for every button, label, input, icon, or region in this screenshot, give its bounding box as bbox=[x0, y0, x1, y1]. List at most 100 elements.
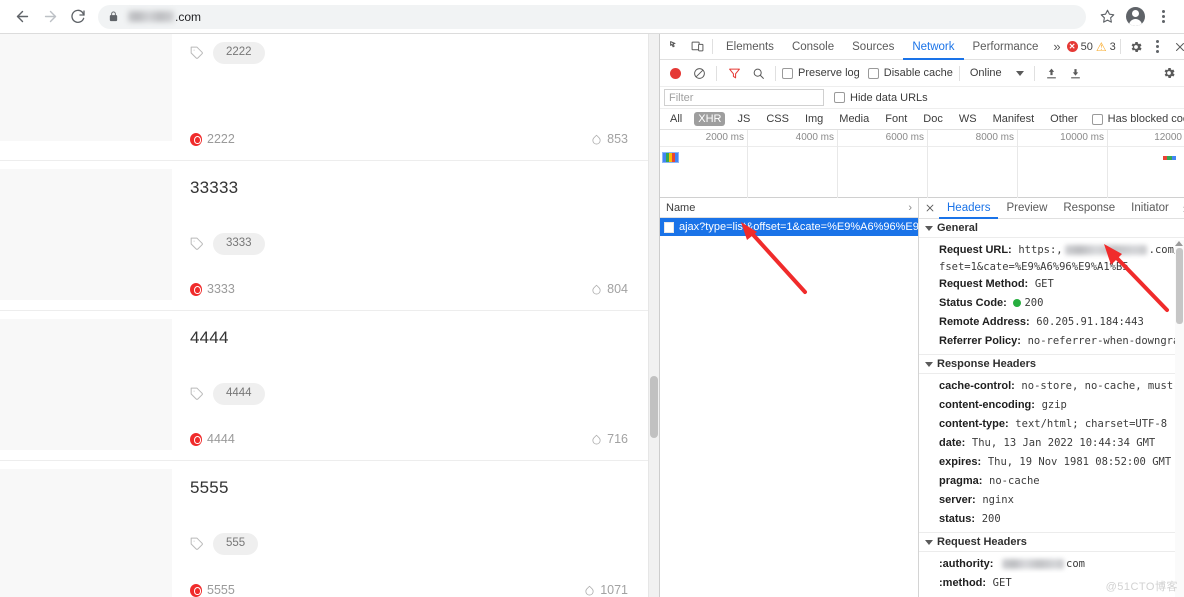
request-method-value: GET bbox=[1034, 277, 1054, 290]
device-toolbar-icon[interactable] bbox=[686, 36, 708, 58]
tab-headers[interactable]: Headers bbox=[939, 198, 998, 219]
network-settings-gear-icon[interactable] bbox=[1158, 62, 1180, 84]
header-row: pragma: no-cache bbox=[919, 471, 1184, 490]
page-scrollbar-thumb[interactable] bbox=[650, 376, 658, 438]
disable-cache-checkbox[interactable]: Disable cache bbox=[867, 67, 953, 79]
item-tag-label[interactable]: 3333 bbox=[213, 233, 265, 255]
authority-row: :authority: com bbox=[919, 554, 1184, 573]
type-filter-manifest[interactable]: Manifest bbox=[989, 112, 1039, 126]
timeline-tick-label: 10000 ms bbox=[1060, 132, 1104, 143]
request-headers-section-header[interactable]: Request Headers bbox=[919, 533, 1184, 552]
tag-icon bbox=[190, 46, 204, 60]
type-filter-xhr[interactable]: XHR bbox=[694, 112, 726, 126]
item-tag-label[interactable]: 2222 bbox=[213, 42, 265, 64]
filter-input[interactable] bbox=[664, 89, 824, 106]
column-header-name[interactable]: Name bbox=[666, 202, 695, 214]
header-row: content-encoding: gzip bbox=[919, 395, 1184, 414]
type-filter-other[interactable]: Other bbox=[1046, 112, 1082, 126]
list-item[interactable]: 33333 3333 3333 804 bbox=[0, 161, 648, 311]
table-row[interactable]: ajax?type=list&offset=1&cate=%E9%A6%96%E… bbox=[660, 218, 918, 236]
general-section-header[interactable]: General bbox=[919, 219, 1184, 238]
address-bar[interactable]: .com bbox=[98, 4, 1086, 29]
tab-sources[interactable]: Sources bbox=[843, 34, 903, 60]
tab-network[interactable]: Network bbox=[903, 34, 963, 60]
close-detail-button[interactable] bbox=[921, 199, 939, 217]
hide-data-urls-checkbox[interactable]: Hide data URLs bbox=[834, 92, 928, 104]
item-title[interactable]: 5555 bbox=[190, 477, 628, 499]
throttling-dropdown[interactable]: Online bbox=[966, 67, 1028, 79]
devtools-panel: Elements Console Sources Network Perform… bbox=[659, 34, 1184, 597]
forward-button[interactable] bbox=[36, 3, 64, 31]
more-tabs-chevron-icon[interactable]: » bbox=[1047, 39, 1066, 54]
hide-data-urls-label: Hide data URLs bbox=[850, 91, 928, 104]
type-filter-doc[interactable]: Doc bbox=[919, 112, 947, 126]
list-item[interactable]: 4444 4444 4444 716 bbox=[0, 311, 648, 461]
tab-performance[interactable]: Performance bbox=[964, 34, 1048, 60]
timeline-tick-label: 8000 ms bbox=[975, 132, 1014, 143]
fire-icon bbox=[591, 283, 602, 296]
network-overview-timeline[interactable]: 2000 ms 4000 ms 6000 ms 8000 ms 10000 ms… bbox=[660, 130, 1184, 198]
inspect-element-icon[interactable] bbox=[664, 36, 686, 58]
item-author-label: 4444 bbox=[207, 432, 235, 446]
profile-avatar[interactable] bbox=[1122, 4, 1148, 30]
bookmark-star-icon[interactable] bbox=[1094, 4, 1120, 30]
type-filter-font[interactable]: Font bbox=[881, 112, 911, 126]
tab-initiator[interactable]: Initiator bbox=[1123, 198, 1177, 219]
error-count: 50 bbox=[1080, 40, 1093, 53]
clear-network-log-button[interactable] bbox=[688, 62, 710, 84]
issue-counters[interactable]: ✕ 50 ⚠ 3 bbox=[1066, 39, 1116, 54]
tab-preview[interactable]: Preview bbox=[998, 198, 1055, 219]
toolbar-divider bbox=[716, 65, 717, 81]
item-title[interactable]: 33333 bbox=[190, 177, 628, 199]
item-tag-label[interactable]: 4444 bbox=[213, 383, 265, 405]
checkbox-box bbox=[1091, 113, 1103, 125]
request-method-row: Request Method: GET bbox=[919, 274, 1184, 293]
timeline-tick: 4000 ms bbox=[748, 130, 838, 198]
type-filter-img[interactable]: Img bbox=[801, 112, 827, 126]
type-filter-js[interactable]: JS bbox=[733, 112, 754, 126]
preserve-log-checkbox[interactable]: Preserve log bbox=[782, 67, 860, 79]
warning-triangle-icon: ⚠ bbox=[1095, 39, 1107, 54]
type-filter-media[interactable]: Media bbox=[835, 112, 873, 126]
remote-address-row: Remote Address: 60.205.91.184:443 bbox=[919, 312, 1184, 331]
detail-scrollbar-thumb[interactable] bbox=[1176, 248, 1183, 324]
record-button-icon bbox=[669, 67, 681, 79]
record-button[interactable] bbox=[664, 62, 686, 84]
search-button[interactable] bbox=[747, 62, 769, 84]
item-title[interactable]: 4444 bbox=[190, 327, 628, 349]
browser-menu-button[interactable] bbox=[1150, 4, 1176, 30]
filter-funnel-button[interactable] bbox=[723, 62, 745, 84]
request-method-key: Request Method: bbox=[939, 277, 1029, 290]
tab-console[interactable]: Console bbox=[783, 34, 843, 60]
devtools-settings-gear-icon[interactable] bbox=[1125, 36, 1147, 58]
tab-elements[interactable]: Elements bbox=[717, 34, 783, 60]
type-filter-all[interactable]: All bbox=[666, 112, 686, 126]
tab-response[interactable]: Response bbox=[1055, 198, 1123, 219]
type-filter-css[interactable]: CSS bbox=[762, 112, 793, 126]
has-blocked-cookies-checkbox[interactable]: Has blocked cookies bbox=[1091, 113, 1184, 125]
more-detail-tabs-chevron-icon[interactable]: » bbox=[1177, 201, 1184, 216]
url-suffix: .com bbox=[175, 9, 202, 24]
column-options-chevron-icon[interactable]: › bbox=[908, 202, 912, 214]
devtools-close-button[interactable] bbox=[1169, 36, 1184, 58]
request-list: Name › ajax?type=list&offset=1&cate=%E9%… bbox=[660, 198, 919, 597]
header-value: no-store, no-cache, must-reval bbox=[1021, 379, 1184, 392]
import-har-button[interactable] bbox=[1041, 62, 1063, 84]
response-headers-section-header[interactable]: Response Headers bbox=[919, 355, 1184, 374]
detail-scrollbar[interactable] bbox=[1175, 240, 1184, 597]
header-value: Thu, 19 Nov 1981 08:52:00 GMT bbox=[987, 455, 1172, 468]
type-filter-ws[interactable]: WS bbox=[955, 112, 981, 126]
list-item[interactable]: 2222 2222 853 bbox=[0, 34, 648, 161]
item-author: 3333 bbox=[190, 282, 235, 296]
export-har-button[interactable] bbox=[1065, 62, 1087, 84]
scroll-up-arrow-icon[interactable] bbox=[1175, 241, 1183, 246]
devtools-kebab-menu[interactable] bbox=[1147, 36, 1169, 58]
method-value: GET bbox=[992, 576, 1012, 589]
checkbox-box bbox=[782, 67, 793, 79]
back-button[interactable] bbox=[8, 3, 36, 31]
item-hot-label: 1071 bbox=[600, 583, 628, 597]
item-tag-label[interactable]: 555 bbox=[213, 533, 259, 555]
reload-button[interactable] bbox=[64, 3, 92, 31]
list-item[interactable]: 5555 555 5555 1071 bbox=[0, 461, 648, 597]
page-scrollbar[interactable] bbox=[648, 34, 659, 597]
